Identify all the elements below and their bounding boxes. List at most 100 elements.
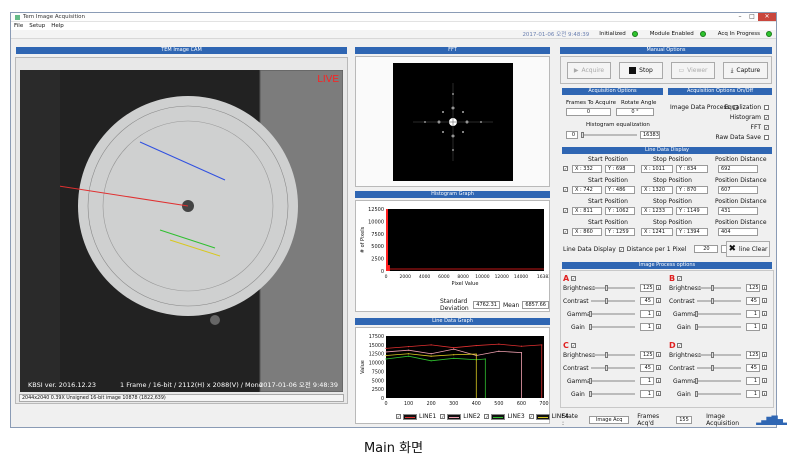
viewer-button[interactable]: ▭ Viewer xyxy=(671,62,715,79)
line-checkbox[interactable]: ✓ xyxy=(563,208,568,213)
histeq-min[interactable]: 0 xyxy=(566,131,578,139)
brightness-slider[interactable] xyxy=(697,285,741,291)
raw-save-checkbox[interactable] xyxy=(764,135,769,140)
gamma-value[interactable]: 1 xyxy=(746,377,760,385)
contrast-spin-icon[interactable]: ⇕ xyxy=(656,365,661,370)
y-tick-label: 10000 xyxy=(369,361,384,367)
acquire-button[interactable]: ▶ Acquire xyxy=(567,62,611,79)
legend-checkbox[interactable]: ✓ xyxy=(396,414,401,419)
gamma-value[interactable]: 1 xyxy=(640,377,654,385)
group-checkbox[interactable]: ✓ xyxy=(677,276,682,281)
contrast-value[interactable]: 45 xyxy=(640,297,654,305)
contrast-slider[interactable] xyxy=(697,298,741,304)
brightness-value[interactable]: 125 xyxy=(746,351,760,359)
histeq-slider[interactable] xyxy=(581,132,637,138)
maximize-icon[interactable]: □ xyxy=(746,13,758,21)
cam-image[interactable]: LIVE KBSI ver. 2016.12.23 1 Frame / 16-b… xyxy=(20,70,343,392)
group-checkbox[interactable]: ✓ xyxy=(571,343,576,348)
legend-item[interactable]: ✓ LINE2 xyxy=(440,413,480,420)
x-tick-label: 700 xyxy=(539,401,548,407)
line-display-checkbox[interactable]: ✓ xyxy=(618,246,624,252)
rotate-select[interactable]: 0 ° xyxy=(616,108,654,116)
gamma-slider[interactable] xyxy=(589,378,635,384)
gain-slider[interactable] xyxy=(695,391,741,397)
brightness-spin-icon[interactable]: ⇕ xyxy=(762,285,767,290)
gamma-value[interactable]: 1 xyxy=(640,310,654,318)
contrast-value[interactable]: 45 xyxy=(640,364,654,372)
gamma-spin-icon[interactable]: ⇕ xyxy=(656,311,661,316)
gamma-slider[interactable] xyxy=(695,378,741,384)
legend-checkbox[interactable]: ✓ xyxy=(484,414,490,419)
gain-slider[interactable] xyxy=(589,391,635,397)
distance-input[interactable]: 20 xyxy=(694,245,719,253)
brightness-slider[interactable] xyxy=(591,285,635,291)
menu-file[interactable]: File xyxy=(14,23,23,29)
gain-label: Gain xyxy=(571,324,585,331)
gain-spin-icon[interactable]: ⇕ xyxy=(762,324,767,329)
group-checkbox[interactable]: ✓ xyxy=(571,276,576,281)
gain-slider[interactable] xyxy=(695,324,741,330)
brightness-slider[interactable] xyxy=(697,352,741,358)
start-y: Y : 1062 xyxy=(605,207,635,215)
brightness-slider[interactable] xyxy=(591,352,635,358)
gain-label: Gain xyxy=(571,391,585,398)
gain-value[interactable]: 1 xyxy=(640,390,654,398)
equalization-checkbox[interactable] xyxy=(764,105,769,110)
contrast-value[interactable]: 45 xyxy=(746,364,760,372)
contrast-slider[interactable] xyxy=(591,298,635,304)
brightness-spin-icon[interactable]: ⇕ xyxy=(656,285,661,290)
gamma-slider[interactable] xyxy=(695,311,741,317)
menu-help[interactable]: Help xyxy=(51,23,64,29)
contrast-spin-icon[interactable]: ⇕ xyxy=(656,298,661,303)
download-icon: ⤓ xyxy=(730,66,734,74)
brightness-value[interactable]: 125 xyxy=(746,284,760,292)
histeq-label: Histogram equalization xyxy=(586,122,650,128)
stop-label: Stop Position xyxy=(653,156,692,163)
gain-value[interactable]: 1 xyxy=(746,390,760,398)
line-checkbox[interactable]: ✓ xyxy=(563,229,568,234)
x-tick-label: 300 xyxy=(449,401,458,407)
legend-checkbox[interactable]: ✓ xyxy=(440,414,446,419)
legend-item[interactable]: ✓ LINE1 xyxy=(396,413,436,420)
group-checkbox[interactable]: ✓ xyxy=(677,343,682,348)
legend-item[interactable]: ✓ LINE3 xyxy=(484,413,525,420)
line-clear-button[interactable]: ✖ line Clear xyxy=(726,241,770,257)
histogram-checkbox[interactable]: ✓ xyxy=(764,115,769,120)
gain-spin-icon[interactable]: ⇕ xyxy=(762,391,767,396)
brightness-value[interactable]: 125 xyxy=(640,284,654,292)
status-acq: Acq In Progress xyxy=(717,31,760,37)
close-icon[interactable]: ✕ xyxy=(758,13,776,21)
contrast-slider[interactable] xyxy=(591,365,635,371)
contrast-spin-icon[interactable]: ⇕ xyxy=(762,365,767,370)
frames-input[interactable]: 0 xyxy=(566,108,611,116)
capture-button[interactable]: ⤓ Capture xyxy=(723,62,768,79)
histeq-max[interactable]: 16383 xyxy=(640,131,660,139)
gamma-spin-icon[interactable]: ⇕ xyxy=(762,311,767,316)
process-group-a: A ✓ Brightness 125 ⇕ Contrast 45 ⇕ Gamma 1 … xyxy=(561,273,667,339)
brightness-spin-icon[interactable]: ⇕ xyxy=(656,352,661,357)
y-tick-label: 17500 xyxy=(369,334,384,340)
stop-button[interactable]: Stop xyxy=(619,62,663,79)
gain-spin-icon[interactable]: ⇕ xyxy=(656,324,661,329)
contrast-value[interactable]: 45 xyxy=(746,297,760,305)
gamma-spin-icon[interactable]: ⇕ xyxy=(762,378,767,383)
contrast-spin-icon[interactable]: ⇕ xyxy=(762,298,767,303)
line-checkbox[interactable]: ✓ xyxy=(563,166,568,171)
gain-value[interactable]: 1 xyxy=(746,323,760,331)
line-row: Start Position Stop Position Position Di… xyxy=(560,155,774,176)
line-checkbox[interactable]: ✓ xyxy=(563,187,568,192)
gain-value[interactable]: 1 xyxy=(640,323,654,331)
contrast-slider[interactable] xyxy=(697,365,741,371)
gamma-value[interactable]: 1 xyxy=(746,310,760,318)
gain-slider[interactable] xyxy=(589,324,635,330)
gamma-slider[interactable] xyxy=(589,311,635,317)
minimize-icon[interactable]: – xyxy=(734,13,746,21)
brightness-value[interactable]: 125 xyxy=(640,351,654,359)
gamma-spin-icon[interactable]: ⇕ xyxy=(656,378,661,383)
menu-setup[interactable]: Setup xyxy=(29,23,45,29)
brightness-spin-icon[interactable]: ⇕ xyxy=(762,352,767,357)
fft-checkbox[interactable]: ✓ xyxy=(764,125,769,130)
x-tick-label: 0 xyxy=(385,274,388,280)
legend-checkbox[interactable]: ✓ xyxy=(528,414,534,419)
gain-spin-icon[interactable]: ⇕ xyxy=(656,391,661,396)
